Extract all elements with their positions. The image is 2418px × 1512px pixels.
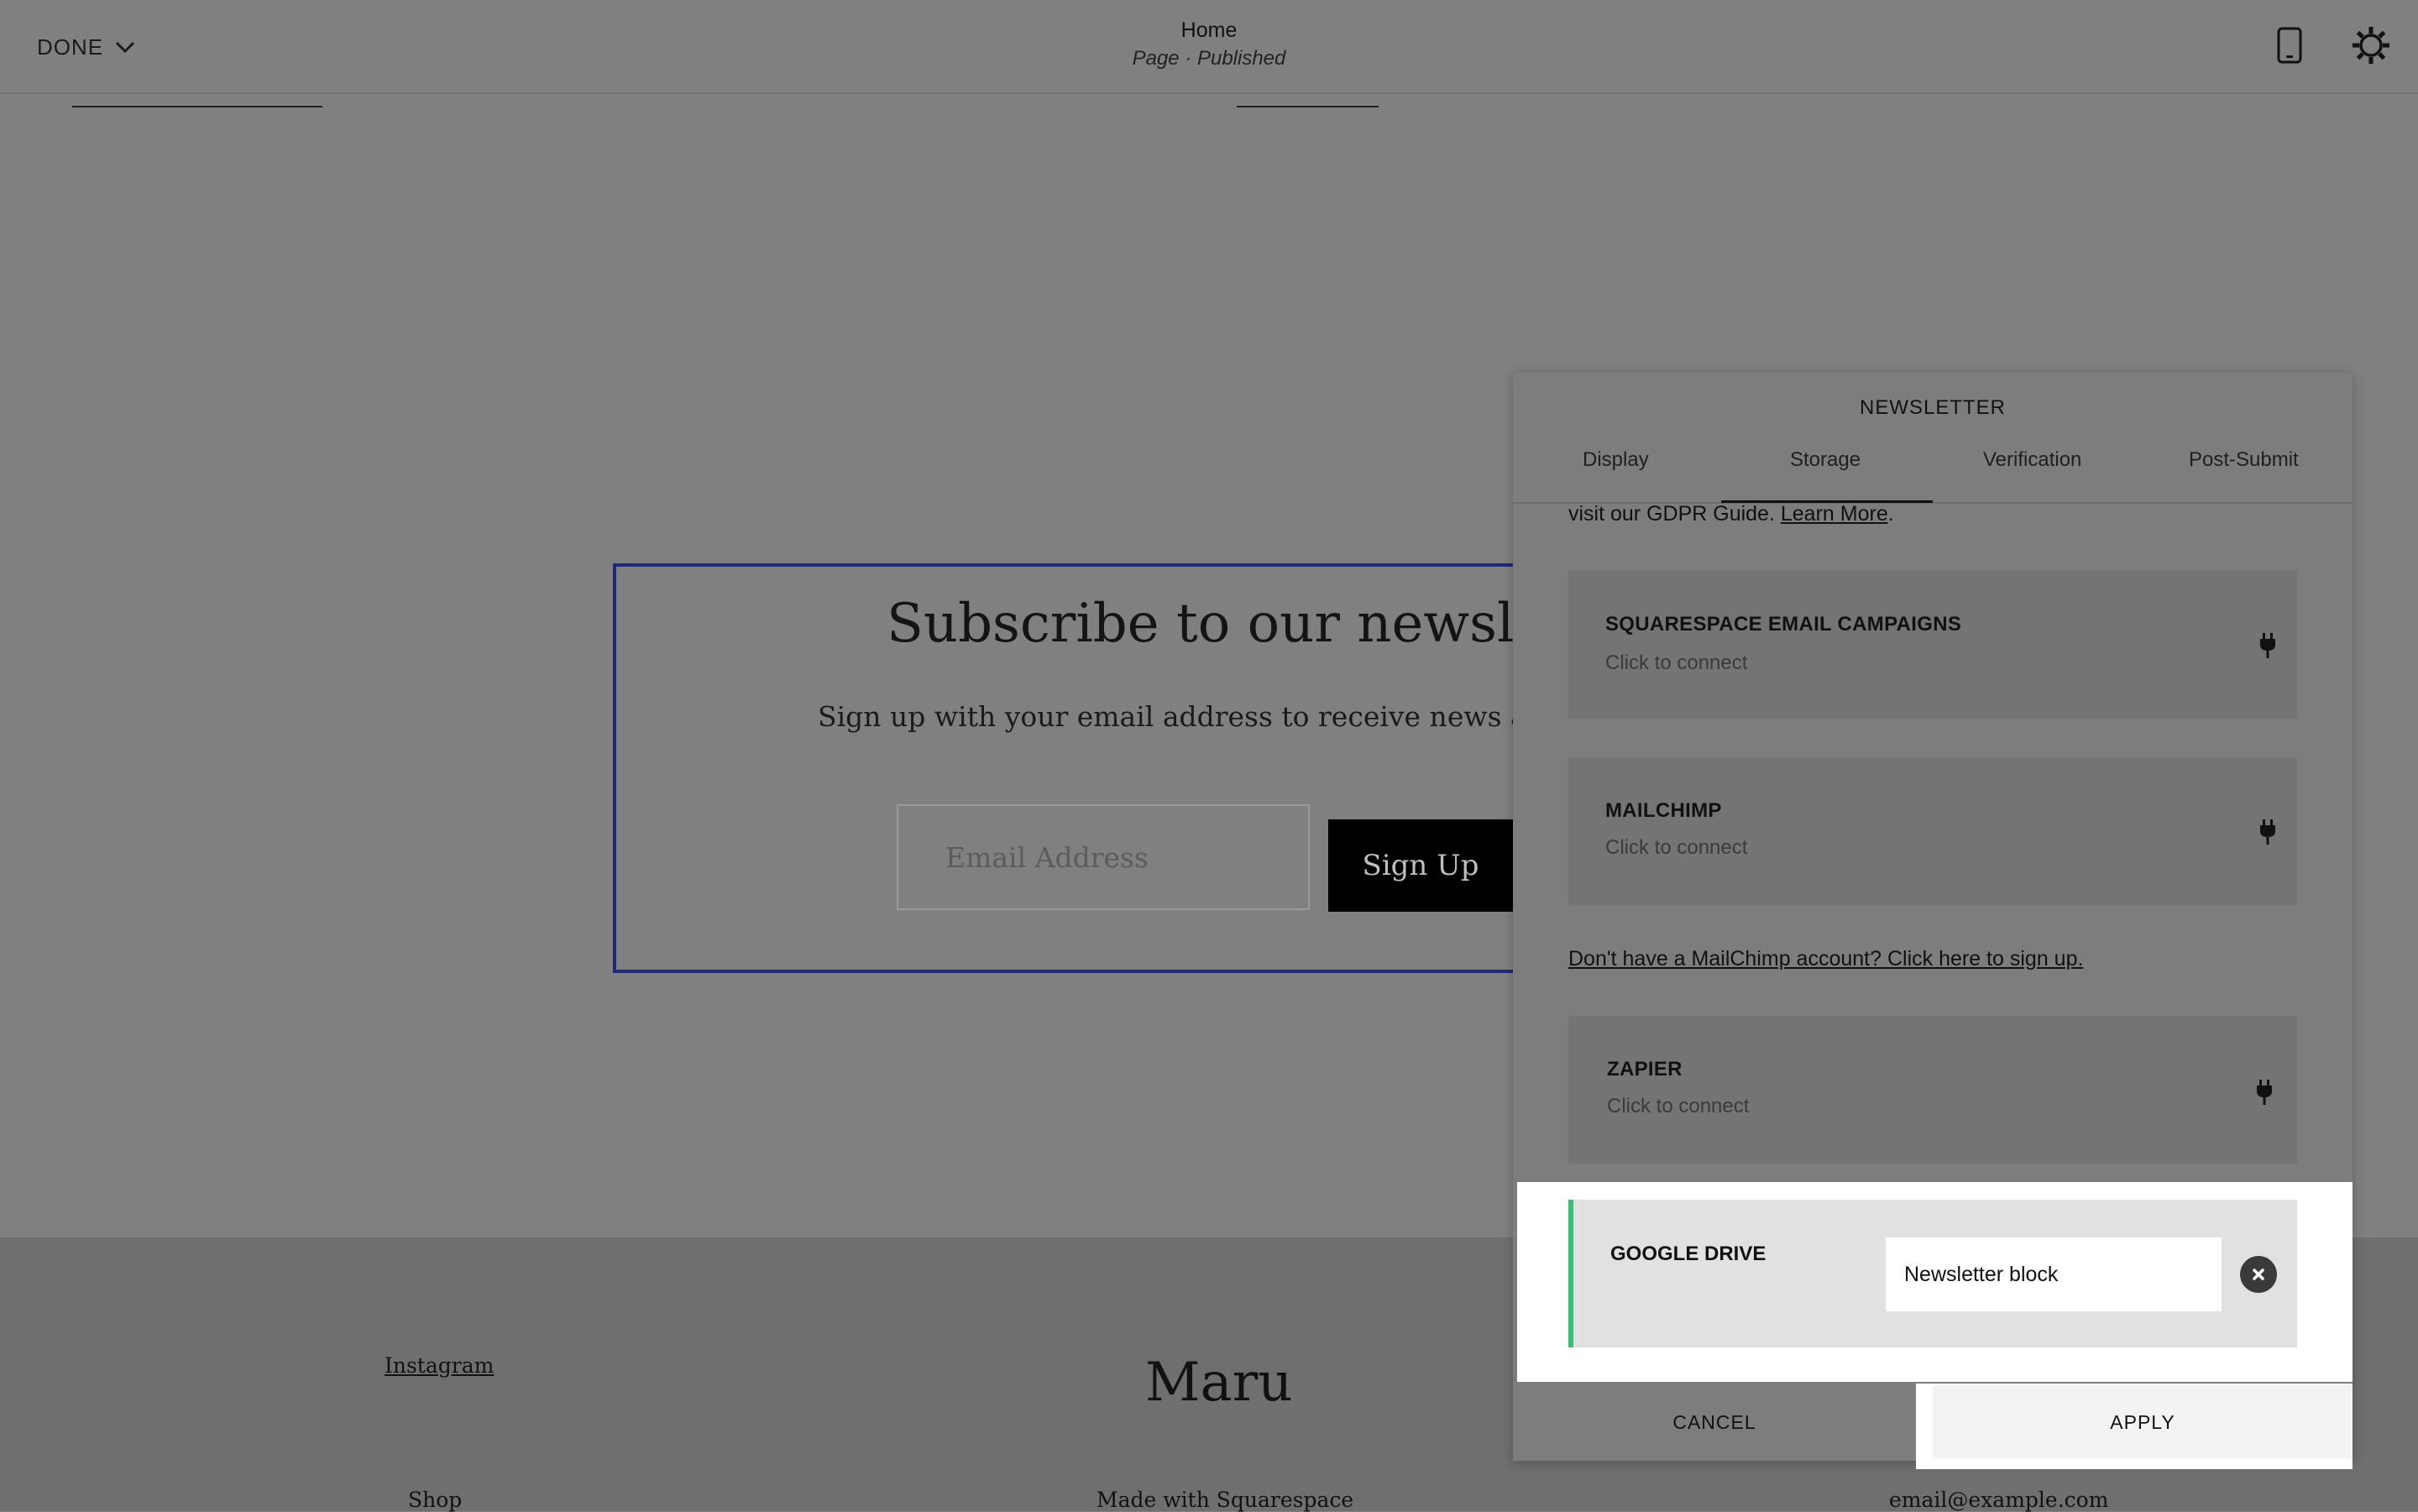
footer-shop-link[interactable]: Shop: [408, 1488, 462, 1512]
footer-made-with: Made with Squarespace: [1096, 1488, 1354, 1512]
newsletter-description: Sign up with your email address to recei…: [818, 700, 1607, 733]
storage-option-squarespace[interactable]: SQUARESPACE EMAIL CAMPAIGNS Click to con…: [1568, 571, 2297, 719]
storage-option-name: ZAPIER: [1607, 1058, 1683, 1080]
tab-verification[interactable]: Verification: [1983, 448, 2081, 472]
email-input[interactable]: Email Address: [897, 804, 1310, 910]
storage-option-status: Click to connect: [1605, 651, 1748, 674]
email-placeholder: Email Address: [945, 840, 1149, 874]
tab-post-submit[interactable]: Post-Submit: [2189, 448, 2299, 472]
apply-button[interactable]: APPLY: [1933, 1385, 2353, 1459]
google-drive-sheet-name-input[interactable]: Newsletter block: [1886, 1237, 2222, 1311]
mailchimp-signup-link[interactable]: Don't have a MailChimp account? Click he…: [1568, 947, 2083, 971]
tab-display[interactable]: Display: [1583, 448, 1649, 472]
footer-instagram-link[interactable]: Instagram: [385, 1353, 494, 1378]
plug-icon: [2257, 1080, 2272, 1105]
gdpr-end: .: [1887, 502, 1894, 526]
storage-option-zapier[interactable]: ZAPIER Click to connect: [1568, 1016, 2297, 1164]
tab-storage[interactable]: Storage: [1790, 448, 1861, 472]
mobile-preview-icon[interactable]: [2277, 27, 2302, 64]
storage-option-mailchimp[interactable]: MAILCHIMP Click to connect: [1568, 757, 2297, 905]
storage-option-status: Click to connect: [1605, 836, 1748, 859]
plug-icon: [2260, 633, 2275, 658]
footer-brand: Maru: [1145, 1352, 1293, 1414]
storage-option-name: SQUARESPACE EMAIL CAMPAIGNS: [1605, 613, 1962, 636]
nav-underline: [1237, 106, 1379, 107]
close-icon: [2253, 1269, 2264, 1280]
page-status: Page · Published: [1132, 47, 1286, 70]
page-title: Home: [1180, 18, 1238, 42]
remove-connection-button[interactable]: [2240, 1256, 2277, 1293]
learn-more-link[interactable]: Learn More: [1781, 502, 1888, 526]
google-drive-name: GOOGLE DRIVE: [1610, 1243, 1766, 1265]
panel-title: NEWSLETTER: [1859, 396, 2006, 419]
gdpr-text: visit our GDPR Guide.: [1568, 502, 1775, 526]
plug-icon: [2260, 819, 2275, 845]
nav-underline: [72, 106, 322, 107]
signup-button[interactable]: Sign Up: [1328, 819, 1513, 912]
gear-icon[interactable]: [2351, 25, 2391, 65]
gdpr-note: visit our GDPR Guide. Learn More.: [1568, 502, 1894, 526]
chevron-down-icon: [116, 41, 135, 54]
footer-email[interactable]: email@example.com: [1889, 1488, 2108, 1512]
done-button[interactable]: DONE: [37, 30, 137, 64]
storage-option-status: Click to connect: [1607, 1095, 1750, 1117]
cancel-button[interactable]: CANCEL: [1513, 1384, 1916, 1461]
storage-option-name: MAILCHIMP: [1605, 799, 1722, 822]
done-label: DONE: [37, 34, 104, 60]
